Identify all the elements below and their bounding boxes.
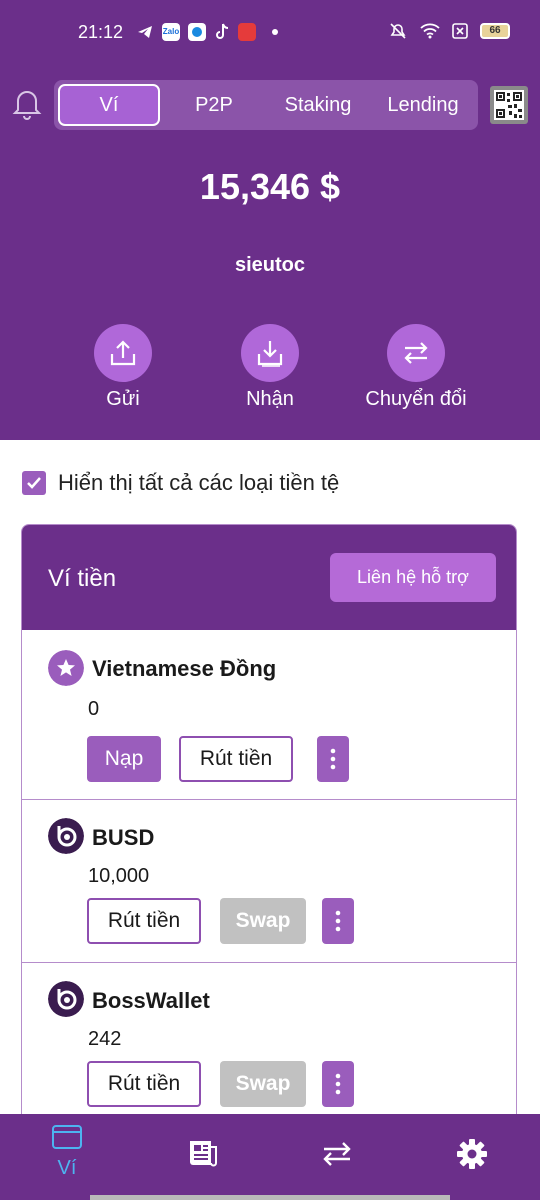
status-bar: 21:12 Zalo 66 [0,0,540,66]
withdraw-button[interactable]: Rút tiền [87,898,201,944]
kebab-menu-icon [330,748,336,770]
wallet-icon [52,1125,82,1149]
boss-coin-icon [48,818,84,854]
withdraw-button[interactable]: Rút tiền [87,1061,201,1107]
telegram-icon [138,26,152,38]
wallet-card-header: Ví tiền Liên hệ hỗ trợ [22,525,516,630]
download-icon [257,341,283,367]
convert-label: Chuyển đổi [365,388,467,410]
nav-wallet-label: Ví [57,1157,77,1179]
swap-button[interactable]: Swap [220,1061,306,1107]
bell-icon[interactable] [12,86,42,120]
deposit-button[interactable]: Nạp [87,736,161,782]
zalo-icon: Zalo [162,23,180,41]
tab-p2p[interactable]: P2P [164,84,264,126]
upload-icon [110,340,136,366]
newspaper-icon [190,1141,217,1167]
send-label: Gửi [106,388,140,410]
star-icon [48,650,84,686]
more-options-button[interactable] [322,898,354,944]
app-icon [188,23,206,41]
tab-lending[interactable]: Lending [372,84,474,126]
top-tabs: Ví P2P Staking Lending [54,80,478,130]
status-time: 21:12 [78,22,124,42]
qr-code-icon[interactable] [490,86,528,124]
mute-icon [390,23,406,39]
coin-amount: 0 [88,698,100,720]
receive-label: Nhận [246,388,294,410]
nav-wallet[interactable]: Ví [37,1124,97,1180]
show-all-checkbox[interactable] [22,471,46,495]
system-icons: 66 [388,21,510,41]
tiktok-icon [216,23,229,39]
coin-amount: 242 [88,1028,122,1050]
total-balance: 15,346 $ [199,166,341,207]
kebab-menu-icon [335,910,341,932]
wallet-title: Ví tiền [48,565,117,592]
send-button[interactable]: Gửi [58,324,188,411]
nav-settings[interactable] [442,1138,502,1175]
withdraw-button[interactable]: Rút tiền [179,736,293,782]
receive-button[interactable]: Nhận [205,324,335,411]
coin-row-vnd: Vietnamese Đồng 0 Nạp Rút tiền [22,630,516,800]
show-all-currencies-row[interactable]: Hiển thị tất cả các loại tiền tệ [22,470,339,496]
swap-arrows-icon [323,1142,351,1166]
more-notifications-icon [272,29,278,35]
show-all-label: Hiển thị tất cả các loại tiền tệ [58,470,340,495]
coin-amount: 10,000 [88,865,150,887]
swap-arrows-icon [404,342,428,364]
tab-staking[interactable]: Staking [266,84,370,126]
contact-support-button[interactable]: Liên hệ hỗ trợ [330,553,496,602]
swap-button[interactable]: Swap [220,898,306,944]
wallet-card: Ví tiền Liên hệ hỗ trợ Vietnamese Đồng 0… [21,524,517,1124]
notification-icons: Zalo [136,23,278,41]
nav-news[interactable] [173,1138,233,1173]
gear-icon [457,1139,487,1169]
coin-name: BUSD [92,825,155,850]
boss-coin-icon [48,981,84,1017]
nav-exchange[interactable] [307,1140,367,1173]
kebab-menu-icon [335,1073,341,1095]
sim-icon [452,23,468,39]
convert-button[interactable]: Chuyển đổi [351,324,481,411]
tab-wallet[interactable]: Ví [58,84,160,126]
coin-name: Vietnamese Đồng [92,656,277,681]
battery-icon: 66 [480,23,510,39]
recorder-icon [238,23,256,41]
username: sieutoc [234,254,306,276]
coin-row-bosswallet: BossWallet 242 Rút tiền Swap [22,963,516,1123]
bottom-navigation: Ví [0,1114,540,1200]
home-indicator [90,1195,450,1200]
more-options-button[interactable] [317,736,349,782]
wallet-header: Ví P2P Staking Lending 15,346 $ sieutoc … [0,66,540,440]
checkmark-icon [27,477,41,489]
more-options-button[interactable] [322,1061,354,1107]
wifi-icon [420,23,440,39]
coin-row-busd: BUSD 10,000 Rút tiền Swap [22,800,516,963]
coin-name: BossWallet [92,988,210,1013]
